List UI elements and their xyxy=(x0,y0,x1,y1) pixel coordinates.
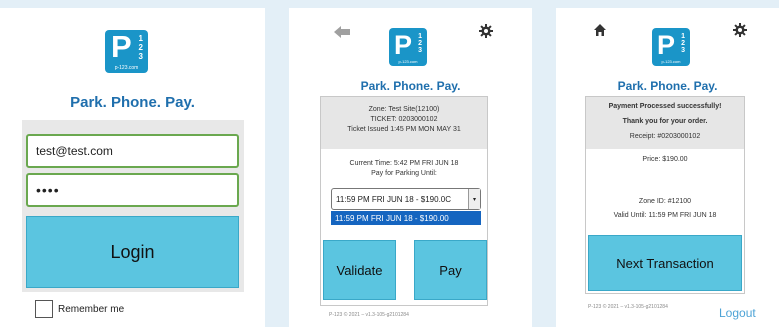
thanks-message: Thank you for your order. xyxy=(622,118,708,125)
receipt-screen: P 1 2 3 p-123.com Park. Phone. Pay. Paym… xyxy=(556,8,779,327)
email-field[interactable]: test@test.com xyxy=(26,134,239,168)
ticket-issued: Ticket Issued 1:45 PM MON MAY 31 xyxy=(347,126,461,133)
login-button[interactable]: Login xyxy=(26,216,239,288)
zone-text: Zone: Test Site(12100) xyxy=(368,106,440,113)
back-arrow-icon[interactable] xyxy=(333,25,351,39)
gear-icon[interactable] xyxy=(733,23,747,37)
chevron-down-icon[interactable]: ▾ xyxy=(468,189,480,209)
logout-link[interactable]: Logout xyxy=(719,306,756,320)
payment-confirmation: Payment Processed successfully! Thank yo… xyxy=(586,97,744,149)
tagline: Park. Phone. Pay. xyxy=(70,94,195,111)
valid-until-text: Valid Until: 11:59 PM FRI JUN 18 xyxy=(613,212,717,219)
ticket-details: Zone: Test Site(12100) TICKET: 020300010… xyxy=(321,97,487,149)
price-text: Price: $190.00 xyxy=(642,156,688,163)
p123-logo: P 1 2 3 p-123.com xyxy=(389,28,427,66)
p123-logo: P 1 2 3 p-123.com xyxy=(105,30,148,73)
current-time: Current Time: 5:42 PM FRI JUN 18 xyxy=(349,160,459,167)
gear-icon[interactable] xyxy=(479,24,493,38)
success-message: Payment Processed successfully! xyxy=(608,103,722,110)
time-select-value: 11:59 PM FRI JUN 18 - $190.0C xyxy=(336,194,452,204)
select-option-selected[interactable]: 11:59 PM FRI JUN 18 - $190.00 xyxy=(331,211,481,225)
payment-screen: P 1 2 3 p-123.com Park. Phone. Pay. Zone… xyxy=(289,8,532,327)
zone-id-text: Zone ID: #12100 xyxy=(638,198,692,205)
pay-button[interactable]: Pay xyxy=(414,240,487,300)
version-footer: P-123 © 2021 – v1.3-105-g2101284 xyxy=(588,304,668,310)
receipt-number: Receipt: #0203000102 xyxy=(629,133,701,140)
login-form: test@test.com •••• Login Remember me xyxy=(22,120,244,327)
remember-row: Remember me xyxy=(22,292,244,327)
remember-checkbox[interactable] xyxy=(35,300,53,318)
validate-button[interactable]: Validate xyxy=(323,240,396,300)
next-transaction-button[interactable]: Next Transaction xyxy=(588,235,742,291)
remember-label: Remember me xyxy=(58,304,125,315)
pay-until-label: Pay for Parking Until: xyxy=(371,170,437,177)
tagline: Park. Phone. Pay. xyxy=(617,79,718,93)
tagline: Park. Phone. Pay. xyxy=(360,79,461,93)
login-screen: P 1 2 3 p-123.com Park. Phone. Pay. test… xyxy=(0,8,265,327)
version-footer: P-123 © 2021 – v1.3-105-g2101284 xyxy=(329,312,409,318)
time-select[interactable]: 11:59 PM FRI JUN 18 - $190.0C ▾ xyxy=(331,188,481,210)
receipt-card: Payment Processed successfully! Thank yo… xyxy=(585,96,745,294)
ticket-number: TICKET: 0203000102 xyxy=(370,116,438,123)
password-field[interactable]: •••• xyxy=(26,173,239,207)
home-icon[interactable] xyxy=(593,23,607,37)
p123-logo: P 1 2 3 p-123.com xyxy=(652,28,690,66)
ticket-card: Zone: Test Site(12100) TICKET: 020300010… xyxy=(320,96,488,306)
